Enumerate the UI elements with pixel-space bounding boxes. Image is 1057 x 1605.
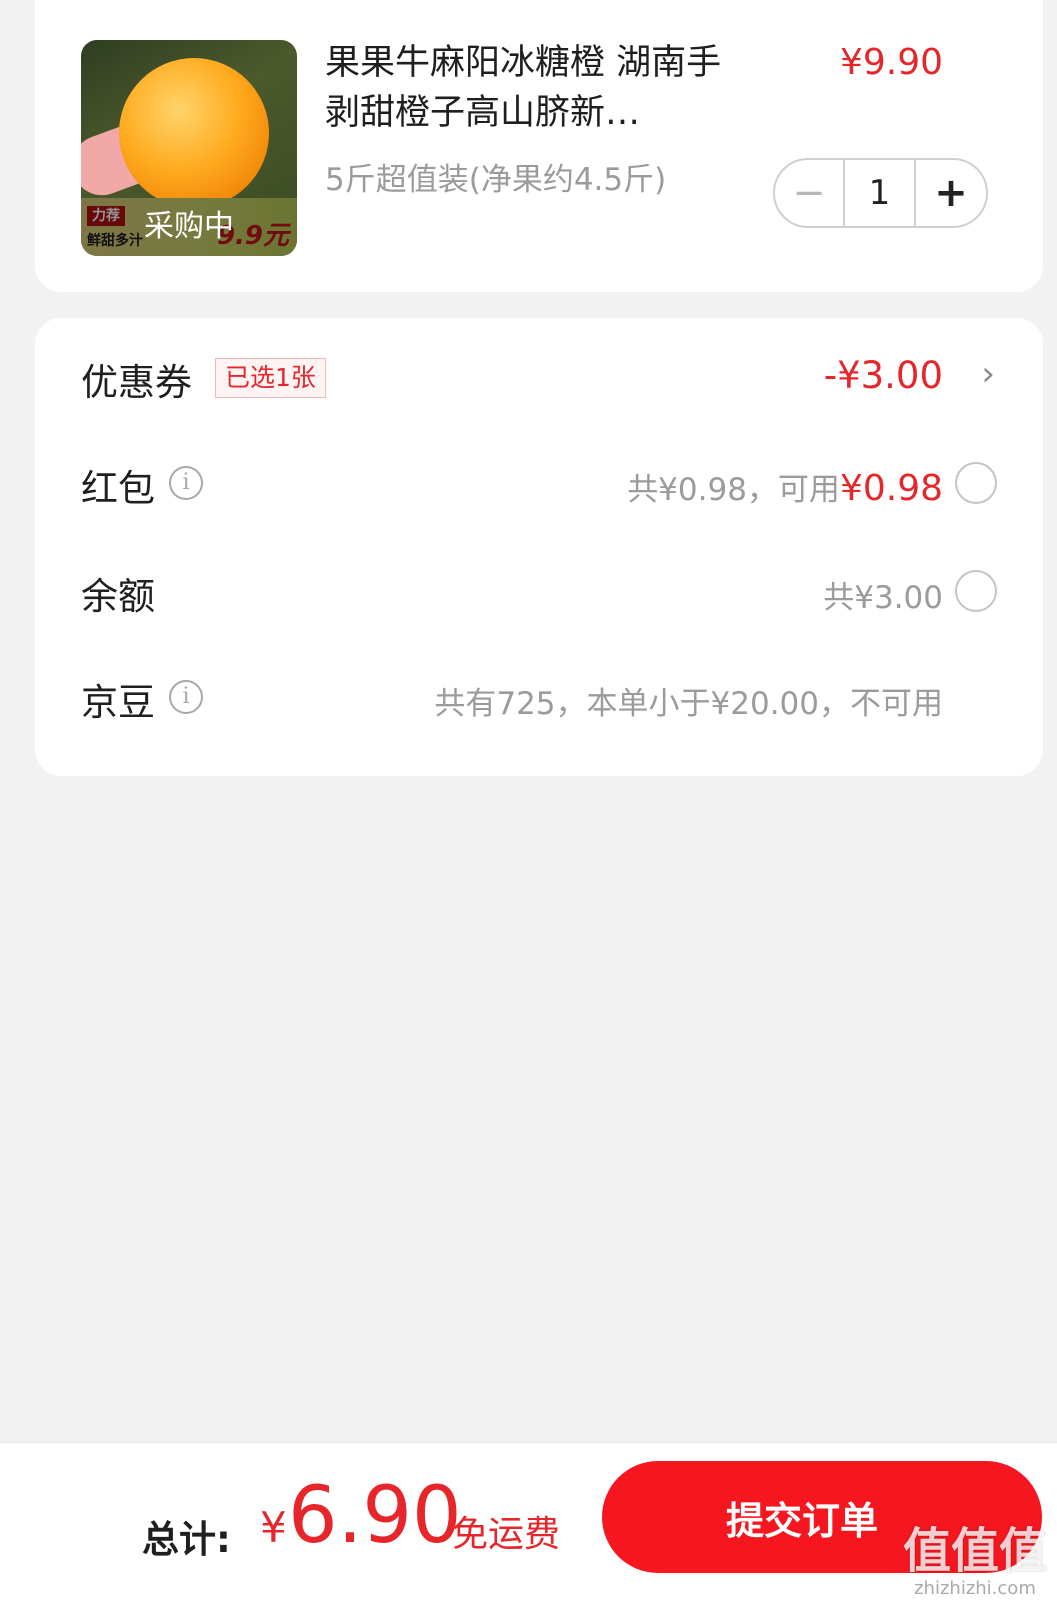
jingdou-row: 京豆 i 共有725，本单小于¥20.00，不可用 [35, 654, 1043, 734]
quantity-increase-button[interactable]: + [916, 160, 986, 226]
red-packet-available: ¥0.98 [839, 468, 943, 509]
procurement-status-badge: 采购中 [81, 198, 297, 256]
watermark-logo-text: 值值值 [902, 1523, 1047, 1579]
total-amount: 6.90 [288, 1471, 462, 1561]
jingdou-info-icon[interactable]: i [169, 680, 203, 714]
total-currency: ¥ [260, 1503, 287, 1552]
thumbnail-orange-shape [119, 58, 269, 208]
coupon-label: 优惠券 [81, 361, 192, 404]
product-thumbnail[interactable]: 力荐 鲜甜多汁 9.9元 采购中 [81, 40, 297, 256]
coupon-discount-value: -¥3.00 [823, 354, 943, 397]
balance-total: 共¥3.00 [823, 580, 943, 616]
watermark-site-url: zhizhizhi.com [914, 1578, 1036, 1599]
discount-card: 优惠券 已选1张 -¥3.00 › 红包 i 共¥0.98，可用¥0.98 余额… [35, 318, 1043, 776]
jingdou-label: 京豆 [81, 681, 155, 724]
product-card: 力荐 鲜甜多汁 9.9元 采购中 果果牛麻阳冰糖橙 湖南手剥甜橙子高山脐新… 5… [35, 0, 1043, 292]
checkout-bar: 总计: ¥ 6.90 免运费 提交订单 值值值 zhizhizhi.com [0, 1442, 1057, 1605]
coupon-selected-badge: 已选1张 [215, 358, 326, 398]
jingdou-status: 共有725，本单小于¥20.00，不可用 [434, 686, 943, 722]
product-price: ¥9.90 [839, 42, 943, 83]
red-packet-summary: 共¥0.98，可用¥0.98 [627, 464, 943, 509]
coupon-row[interactable]: 优惠券 已选1张 -¥3.00 › [35, 334, 1043, 414]
product-title[interactable]: 果果牛麻阳冰糖橙 湖南手剥甜橙子高山脐新… [325, 38, 745, 138]
product-spec: 5斤超值装(净果约4.5斤) [325, 162, 667, 198]
red-packet-row: 红包 i 共¥0.98，可用¥0.98 [35, 440, 1043, 520]
balance-row: 余额 共¥3.00 [35, 548, 1043, 628]
red-packet-total: 共¥0.98，可用 [627, 472, 840, 508]
quantity-decrease-button[interactable]: − [775, 160, 843, 226]
total-label: 总计: [142, 1518, 231, 1561]
quantity-stepper: − 1 + [773, 158, 988, 228]
free-shipping-label: 免运费 [452, 1514, 561, 1555]
red-packet-info-icon[interactable]: i [169, 466, 203, 500]
chevron-right-icon[interactable]: › [981, 354, 995, 394]
red-packet-label: 红包 [81, 467, 155, 510]
balance-label: 余额 [81, 575, 155, 618]
site-watermark: 值值值 zhizhizhi.com [903, 1524, 1047, 1599]
quantity-input[interactable]: 1 [843, 160, 916, 226]
balance-radio[interactable] [955, 570, 997, 612]
red-packet-radio[interactable] [955, 462, 997, 504]
